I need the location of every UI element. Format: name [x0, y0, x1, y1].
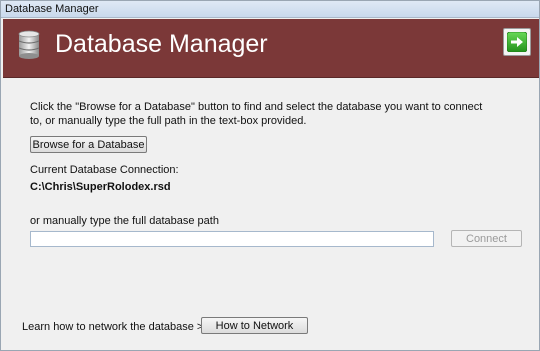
window-titlebar: Database Manager — [1, 1, 539, 18]
instructions-line-1: Click the "Browse for a Database" button… — [30, 101, 483, 113]
network-help-text: Learn how to network the database >> — [22, 321, 210, 333]
database-manager-window: Database Manager Database Manager Click … — [0, 0, 540, 351]
current-connection-label: Current Database Connection: — [30, 164, 179, 176]
how-to-network-button[interactable]: How to Network — [201, 317, 308, 334]
current-connection-path: C:\Chris\SuperRolodex.rsd — [30, 181, 171, 193]
header-title: Database Manager — [55, 30, 268, 58]
database-icon — [17, 30, 41, 60]
browse-database-button[interactable]: Browse for a Database — [30, 136, 147, 153]
instructions-line-2: to, or manually type the full path in th… — [30, 115, 307, 127]
header-banner: Database Manager — [3, 19, 539, 78]
manual-path-label: or manually type the full database path — [30, 215, 219, 227]
connect-button[interactable]: Connect — [451, 230, 522, 247]
window-title: Database Manager — [5, 3, 99, 15]
database-path-input[interactable] — [30, 231, 434, 247]
next-button[interactable] — [503, 28, 531, 56]
